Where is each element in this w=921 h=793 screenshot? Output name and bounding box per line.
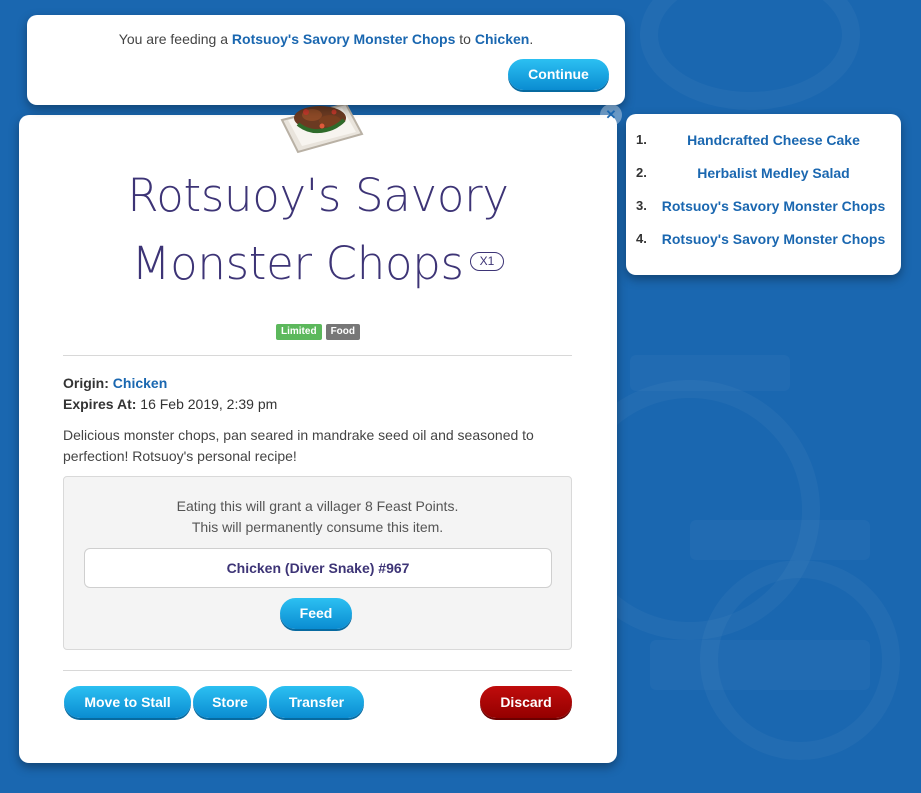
list-item-label[interactable]: Handcrafted Cheese Cake: [656, 130, 891, 150]
quantity-badge: X1: [469, 251, 505, 271]
close-icon[interactable]: ✕: [600, 104, 622, 126]
discard-button[interactable]: Discard: [480, 686, 572, 718]
dialog-message: You are feeding a Rotsuoy's Savory Monst…: [27, 30, 625, 48]
store-button[interactable]: Store: [193, 686, 267, 718]
tag-limited: Limited: [276, 324, 322, 340]
feed-panel: Eating this will grant a villager 8 Feas…: [63, 476, 572, 650]
item-tags: Limited Food: [19, 324, 617, 340]
list-item-number: 1.: [636, 132, 647, 147]
list-item[interactable]: 2. Herbalist Medley Salad: [626, 163, 901, 183]
list-item[interactable]: 3. Rotsuoy's Savory Monster Chops: [626, 196, 901, 216]
feed-confirm-dialog: You are feeding a Rotsuoy's Savory Monst…: [27, 15, 625, 105]
dialog-item-link[interactable]: Rotsuoy's Savory Monster Chops: [232, 31, 455, 47]
dialog-middle: to: [455, 31, 475, 47]
list-item-label[interactable]: Herbalist Medley Salad: [656, 163, 891, 183]
list-item-label[interactable]: Rotsuoy's Savory Monster Chops: [656, 196, 891, 216]
item-card: Rotsuoy's Savory Monster Chops X1 Limited…: [19, 102, 617, 763]
origin-link[interactable]: Chicken: [113, 375, 167, 391]
dialog-target-link[interactable]: Chicken: [475, 31, 529, 47]
list-item[interactable]: 1. Handcrafted Cheese Cake: [626, 130, 901, 150]
expires-value: 16 Feb 2019, 2:39 pm: [140, 396, 278, 412]
expires-row: Expires At: 16 Feb 2019, 2:39 pm: [63, 394, 277, 415]
list-item[interactable]: 4. Rotsuoy's Savory Monster Chops: [626, 229, 901, 249]
list-item-number: 2.: [636, 165, 647, 180]
list-item-number: 4.: [636, 231, 647, 246]
dialog-suffix: .: [529, 31, 534, 47]
item-title-text: Monster Chops: [131, 237, 464, 290]
move-to-stall-button[interactable]: Move to Stall: [64, 686, 191, 718]
item-title-line2: Monster Chops X1: [19, 230, 617, 298]
continue-button[interactable]: Continue: [508, 59, 609, 90]
item-meta: Origin: Chicken Expires At: 16 Feb 2019,…: [63, 373, 277, 415]
feed-info: Eating this will grant a villager 8 Feas…: [64, 496, 571, 538]
list-item-number: 3.: [636, 198, 647, 213]
item-title-line1: Rotsuoy's Savory: [127, 169, 509, 222]
dialog-prefix: You are feeding a: [118, 31, 232, 47]
origin-row: Origin: Chicken: [63, 373, 277, 394]
transfer-button[interactable]: Transfer: [269, 686, 364, 718]
list-item-label[interactable]: Rotsuoy's Savory Monster Chops: [656, 229, 891, 249]
expires-label: Expires At:: [63, 396, 137, 412]
divider: [63, 670, 572, 671]
feed-info-line1: Eating this will grant a villager 8 Feas…: [176, 498, 459, 514]
villager-select[interactable]: Chicken (Diver Snake) #967: [84, 548, 552, 588]
item-title: Rotsuoy's Savory Monster Chops X1: [19, 162, 617, 298]
item-description: Delicious monster chops, pan seared in m…: [63, 427, 534, 464]
feed-item-list: 1. Handcrafted Cheese Cake 2. Herbalist …: [626, 114, 901, 275]
feed-info-line2: This will permanently consume this item.: [191, 519, 444, 535]
origin-label: Origin:: [63, 375, 109, 391]
tag-food: Food: [325, 324, 360, 340]
feed-button[interactable]: Feed: [280, 598, 352, 629]
divider: [63, 355, 572, 356]
